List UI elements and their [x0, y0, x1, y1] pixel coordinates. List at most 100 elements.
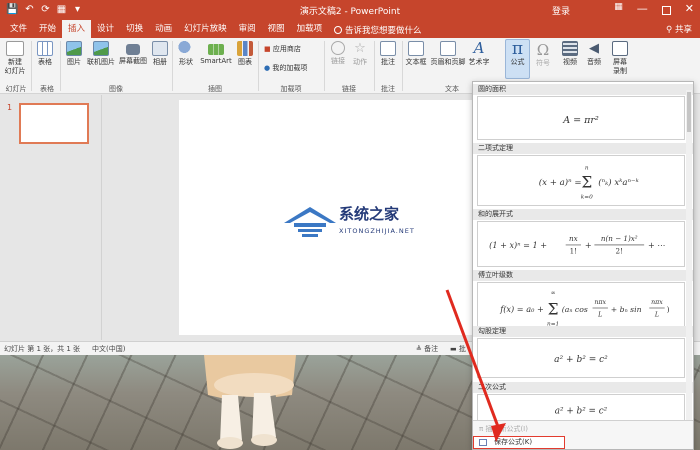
- shapes-button[interactable]: 形状: [176, 41, 196, 67]
- category-label: 勾股定理: [473, 326, 693, 337]
- action-button[interactable]: ☆ 动作: [350, 41, 370, 67]
- svg-text:a² + b² = c²: a² + b² = c²: [554, 355, 608, 365]
- equation-card-expansion[interactable]: (1 + x)ⁿ = 1 + nx 1! + n(n − 1)x² 2! + ⋯: [477, 221, 685, 267]
- group-illustrations-label: 插图: [208, 85, 222, 93]
- minimize-button[interactable]: —: [637, 2, 648, 15]
- tab-insert[interactable]: 插入: [62, 20, 92, 38]
- picture-button[interactable]: 图片: [64, 41, 84, 67]
- login-link[interactable]: 登录: [552, 4, 570, 17]
- film-icon: [562, 41, 578, 56]
- smartart-button[interactable]: SmartArt: [199, 41, 233, 66]
- ribbon-display-icon[interactable]: ▦: [614, 2, 623, 15]
- save-selection-menu-item[interactable]: 保存公式(K): [473, 436, 565, 449]
- link-button[interactable]: 链接: [328, 41, 348, 66]
- gallery-scrollbar[interactable]: [686, 90, 692, 420]
- screenshot-button[interactable]: 屏幕截图: [118, 41, 148, 66]
- house-logo-icon: [284, 207, 336, 237]
- gallery-footer: π 插入新公式(I) 保存公式(K): [473, 420, 693, 449]
- equation-card-circle-area[interactable]: A = πr²: [477, 96, 685, 140]
- insert-new-equation-item[interactable]: π 插入新公式(I): [479, 424, 528, 434]
- tab-animations[interactable]: 动画: [149, 20, 178, 38]
- symbol-button[interactable]: Ω 符号: [533, 41, 553, 68]
- header-footer-icon: [440, 41, 456, 56]
- tab-view[interactable]: 视图: [262, 20, 291, 38]
- svg-text:A = πr²: A = πr²: [562, 115, 599, 126]
- tab-home[interactable]: 开始: [33, 20, 62, 38]
- slide-thumbnail-pane: 1: [0, 95, 102, 340]
- addins-icon: ●: [264, 64, 271, 72]
- category-label: 和的展开式: [473, 209, 693, 220]
- new-slide-button[interactable]: 新建 幻灯片: [3, 41, 27, 76]
- smartart-icon: [208, 44, 224, 55]
- tell-me-box[interactable]: 告诉我您想要做什么: [334, 24, 422, 36]
- watermark-title: 系统之家: [339, 205, 400, 223]
- svg-text:nx: nx: [569, 234, 578, 243]
- svg-text:1!: 1!: [570, 247, 577, 256]
- omega-icon: Ω: [536, 41, 550, 59]
- equation-button[interactable]: π 公式: [505, 39, 530, 79]
- tab-slideshow[interactable]: 幻灯片放映: [178, 20, 233, 38]
- group-links-label: 链接: [342, 85, 356, 93]
- table-button[interactable]: 表格: [34, 41, 56, 67]
- share-button[interactable]: ⚲ 共享: [666, 23, 692, 35]
- save-equation-icon: [479, 439, 487, 446]
- scrollbar-thumb[interactable]: [687, 92, 691, 132]
- group-slides-label: 幻灯片: [5, 85, 27, 93]
- chart-icon: [237, 41, 253, 56]
- formula-render: a² + b² = c²: [555, 407, 608, 417]
- svg-text:L: L: [597, 312, 602, 319]
- slide-thumbnail[interactable]: [19, 103, 89, 144]
- tab-transitions[interactable]: 切换: [120, 20, 149, 38]
- svg-text:L: L: [654, 312, 659, 319]
- tab-review[interactable]: 审阅: [233, 20, 262, 38]
- store-icon: ■: [264, 45, 271, 53]
- svg-text:(aₙ cos: (aₙ cos: [562, 305, 588, 314]
- restore-button[interactable]: [661, 6, 671, 15]
- video-button[interactable]: 视频: [560, 41, 580, 67]
- picture-icon: [66, 41, 82, 56]
- lightbulb-icon: [334, 26, 342, 34]
- equation-card-pythagorean[interactable]: a² + b² = c²: [477, 338, 685, 378]
- my-addins-button[interactable]: ● 我的加载项: [264, 64, 307, 73]
- album-button[interactable]: 相册: [150, 41, 170, 67]
- category-label: 二次公式: [473, 382, 693, 393]
- category-label: 傅立叶级数: [473, 270, 693, 281]
- online-picture-button[interactable]: 联机图片: [86, 41, 116, 67]
- svg-text:∞: ∞: [551, 291, 556, 297]
- category-label: 圆的面积: [473, 84, 693, 95]
- close-button[interactable]: ✕: [685, 2, 694, 15]
- svg-text:(x + a)ⁿ =: (x + a)ⁿ =: [539, 177, 582, 188]
- notes-button[interactable]: ≜ 备注: [416, 344, 438, 354]
- header-footer-button[interactable]: 页眉和页脚: [430, 41, 466, 67]
- tab-file[interactable]: 文件: [4, 20, 33, 38]
- dog-legs-image: [204, 355, 296, 449]
- tell-me-text: 告诉我您想要做什么: [345, 26, 422, 36]
- window-title: 演示文稿2 - PowerPoint: [299, 7, 401, 17]
- store-button[interactable]: ■ 应用商店: [264, 45, 301, 54]
- language-indicator[interactable]: 中文(中国): [92, 344, 125, 354]
- table-icon: [37, 41, 53, 56]
- svg-text:Σ: Σ: [581, 174, 592, 192]
- title-bar: 💾 ↶ ⟳ ▦ ▾ 演示文稿2 - PowerPoint 登录 ▦ — ✕: [0, 0, 700, 20]
- comment-button[interactable]: 批注: [378, 41, 398, 67]
- new-slide-icon: [6, 41, 24, 56]
- textbox-button[interactable]: 文本框: [403, 41, 429, 67]
- comments-icon: ▬: [450, 345, 457, 353]
- equation-card-binomial[interactable]: (x + a)ⁿ = n Σ k=0 (ⁿₖ) xᵏaⁿ⁻ᵏ: [477, 155, 685, 206]
- group-comments-label: 批注: [381, 85, 395, 93]
- tab-addins[interactable]: 加载项: [291, 20, 329, 38]
- wordart-icon: A: [473, 39, 485, 57]
- watermark-url: XITONGZHIJIA.NET: [339, 227, 415, 235]
- formula-render: (x + a)ⁿ = n Σ k=0 (ⁿₖ) xᵏaⁿ⁻ᵏ: [539, 165, 639, 200]
- comment-icon: [380, 41, 396, 56]
- equation-card-quadratic[interactable]: a² + b² = c²: [477, 394, 685, 422]
- tab-design[interactable]: 设计: [91, 20, 120, 38]
- comments-button[interactable]: ▬ 批: [450, 344, 466, 354]
- shapes-icon: [178, 41, 194, 56]
- svg-text:(ⁿₖ) xᵏaⁿ⁻ᵏ: (ⁿₖ) xᵏaⁿ⁻ᵏ: [598, 177, 638, 188]
- group-separator: [31, 41, 32, 91]
- screen-record-button[interactable]: 屏幕 录制: [608, 41, 632, 76]
- chart-button[interactable]: 图表: [236, 41, 254, 67]
- wordart-button[interactable]: A 艺术字: [468, 41, 490, 67]
- audio-button[interactable]: ◀ 音频: [584, 41, 604, 67]
